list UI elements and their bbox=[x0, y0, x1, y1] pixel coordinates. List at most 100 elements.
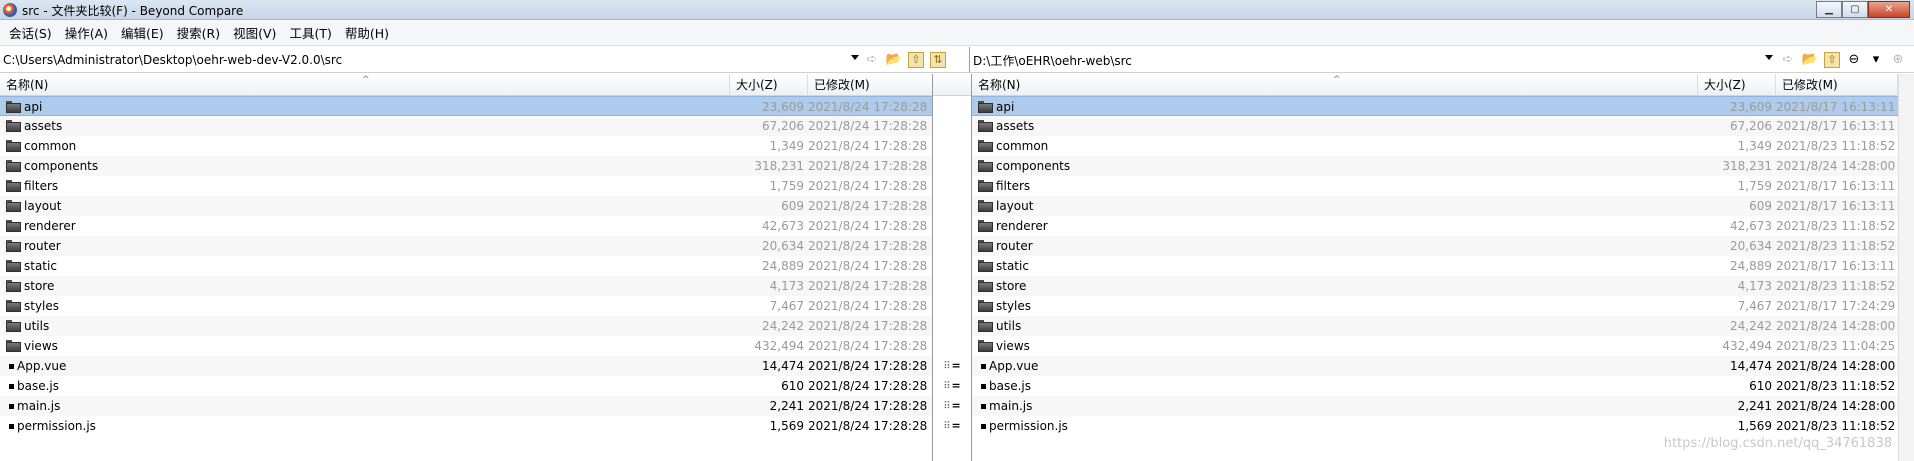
left-cell-name: common bbox=[24, 139, 77, 153]
left-cell-size: 609 bbox=[781, 199, 804, 213]
left-header-size[interactable]: 大小(Z) bbox=[730, 74, 808, 96]
back-history-icon[interactable]: ⊖ bbox=[1844, 51, 1864, 69]
left-row-views[interactable]: views 432,494 2021/8/24 17:28:28 bbox=[0, 336, 932, 356]
left-cell-name: views bbox=[24, 339, 58, 353]
minimize-button[interactable]: ▁ bbox=[1816, 1, 1842, 18]
left-row-components[interactable]: components 318,231 2021/8/24 17:28:28 bbox=[0, 156, 932, 176]
right-path-dropdown-icon[interactable] bbox=[1765, 55, 1773, 60]
right-cell-name: assets bbox=[996, 119, 1035, 133]
right-cell-date: 2021/8/17 16:13:11 bbox=[1776, 199, 1896, 213]
right-row-app-vue[interactable]: App.vue 14,474 2021/8/24 14:28:00 bbox=[972, 356, 1914, 376]
left-path-input[interactable] bbox=[3, 51, 843, 69]
right-row-main-js[interactable]: main.js 2,241 2021/8/24 14:28:00 bbox=[972, 396, 1914, 416]
right-cell-size: 24,242 bbox=[1730, 319, 1772, 333]
right-cell-size: 14,474 bbox=[1730, 359, 1772, 373]
right-row-components[interactable]: components 318,231 2021/8/24 14:28:00 bbox=[972, 156, 1914, 176]
right-cell-date: 2021/8/24 14:28:00 bbox=[1776, 159, 1896, 173]
menu-tools[interactable]: 工具(T) bbox=[284, 23, 336, 42]
right-cell-date: 2021/8/24 14:28:00 bbox=[1776, 399, 1896, 413]
left-cell-name: styles bbox=[24, 299, 60, 313]
forward-history-icon[interactable]: ⊕ bbox=[1888, 51, 1908, 69]
right-path-input[interactable] bbox=[973, 51, 1773, 69]
menu-view[interactable]: 视图(V) bbox=[228, 23, 281, 42]
sort-ascending-icon: ^ bbox=[362, 75, 370, 85]
left-cell-date: 2021/8/24 17:28:28 bbox=[808, 359, 928, 373]
gutter-row bbox=[933, 196, 971, 216]
left-row-renderer[interactable]: renderer 42,673 2021/8/24 17:28:28 bbox=[0, 216, 932, 236]
right-row-layout[interactable]: layout 609 2021/8/17 16:13:11 bbox=[972, 196, 1914, 216]
right-cell-date: 2021/8/17 17:24:29 bbox=[1776, 299, 1896, 313]
maximize-button[interactable]: ▢ bbox=[1842, 1, 1868, 18]
right-row-styles[interactable]: styles 7,467 2021/8/17 17:24:29 bbox=[972, 296, 1914, 316]
left-row-styles[interactable]: styles 7,467 2021/8/24 17:28:28 bbox=[0, 296, 932, 316]
left-row-assets[interactable]: assets 67,206 2021/8/24 17:28:28 bbox=[0, 116, 932, 136]
left-row-store[interactable]: store 4,173 2021/8/24 17:28:28 bbox=[0, 276, 932, 296]
right-row-common[interactable]: common 1,349 2021/8/23 11:18:52 bbox=[972, 136, 1914, 156]
menu-actions[interactable]: 操作(A) bbox=[60, 23, 113, 42]
right-cell-size: 1,569 bbox=[1737, 419, 1772, 433]
menu-search[interactable]: 搜索(R) bbox=[172, 23, 225, 42]
right-header-size[interactable]: 大小(Z) bbox=[1698, 74, 1776, 96]
left-cell-size: 23,609 bbox=[762, 100, 804, 114]
right-cell-name: common bbox=[996, 139, 1049, 153]
left-cell-size: 318,231 bbox=[754, 159, 804, 173]
left-sync-arrow-icon[interactable]: ➪ bbox=[862, 51, 882, 69]
left-row-common[interactable]: common 1,349 2021/8/24 17:28:28 bbox=[0, 136, 932, 156]
right-cell-date: 2021/8/23 11:18:52 bbox=[1776, 279, 1896, 293]
left-cell-size: 1,759 bbox=[769, 179, 804, 193]
history-dropdown-icon[interactable]: ▾ bbox=[1866, 51, 1886, 69]
right-header-modified[interactable]: 已修改(M) bbox=[1776, 74, 1898, 96]
left-parent-folder-icon[interactable]: ⇧ bbox=[908, 52, 924, 68]
right-row-store[interactable]: store 4,173 2021/8/23 11:18:52 bbox=[972, 276, 1914, 296]
right-cell-date: 2021/8/24 14:28:00 bbox=[1776, 359, 1896, 373]
left-row-base-js[interactable]: base.js 610 2021/8/24 17:28:28 bbox=[0, 376, 932, 396]
right-cell-size: 318,231 bbox=[1722, 159, 1772, 173]
left-row-static[interactable]: static 24,889 2021/8/24 17:28:28 bbox=[0, 256, 932, 276]
right-row-renderer[interactable]: renderer 42,673 2021/8/23 11:18:52 bbox=[972, 216, 1914, 236]
left-header-modified[interactable]: 已修改(M) bbox=[808, 74, 932, 96]
right-row-utils[interactable]: utils 24,242 2021/8/24 14:28:00 bbox=[972, 316, 1914, 336]
right-row-static[interactable]: static 24,889 2021/8/17 16:13:11 bbox=[972, 256, 1914, 276]
left-row-utils[interactable]: utils 24,242 2021/8/24 17:28:28 bbox=[0, 316, 932, 336]
left-row-permission-js[interactable]: permission.js 1,569 2021/8/24 17:28:28 bbox=[0, 416, 932, 436]
right-row-api[interactable]: api 23,609 2021/8/17 16:13:11 bbox=[972, 96, 1914, 116]
sync-marker-icon: ⠿ bbox=[943, 381, 950, 392]
left-row-app-vue[interactable]: App.vue 14,474 2021/8/24 17:28:28 bbox=[0, 356, 932, 376]
left-row-layout[interactable]: layout 609 2021/8/24 17:28:28 bbox=[0, 196, 932, 216]
left-row-filters[interactable]: filters 1,759 2021/8/24 17:28:28 bbox=[0, 176, 932, 196]
right-folder-pane: 名称(N) ^ 大小(Z) 已修改(M) api 23,609 2021/8/17 … bbox=[972, 74, 1914, 461]
left-browse-folder-icon[interactable]: 📂 bbox=[884, 51, 904, 69]
close-button[interactable]: ✕ bbox=[1868, 1, 1910, 18]
left-swap-folder-icon[interactable]: ⇅ bbox=[930, 52, 946, 68]
right-row-router[interactable]: router 20,634 2021/8/23 11:18:52 bbox=[972, 236, 1914, 256]
right-row-views[interactable]: views 432,494 2021/8/23 11:04:25 bbox=[972, 336, 1914, 356]
right-row-assets[interactable]: assets 67,206 2021/8/17 16:13:11 bbox=[972, 116, 1914, 136]
left-cell-date: 2021/8/24 17:28:28 bbox=[808, 100, 928, 114]
left-cell-date: 2021/8/24 17:28:28 bbox=[808, 199, 928, 213]
menu-edit[interactable]: 编辑(E) bbox=[116, 23, 169, 42]
gutter-row bbox=[933, 236, 971, 256]
right-browse-folder-icon[interactable]: 📂 bbox=[1800, 51, 1820, 69]
right-sync-arrow-icon[interactable]: ➪ bbox=[1778, 51, 1798, 69]
left-row-router[interactable]: router 20,634 2021/8/24 17:28:28 bbox=[0, 236, 932, 256]
menu-session[interactable]: 会话(S) bbox=[4, 23, 57, 42]
right-row-permission-js[interactable]: permission.js 1,569 2021/8/23 11:18:52 bbox=[972, 416, 1914, 436]
menu-help[interactable]: 帮助(H) bbox=[340, 23, 394, 42]
right-cell-name: router bbox=[996, 239, 1033, 253]
right-cell-name: api bbox=[996, 100, 1015, 114]
right-row-base-js[interactable]: base.js 610 2021/8/23 11:18:52 bbox=[972, 376, 1914, 396]
left-cell-size: 4,173 bbox=[769, 279, 804, 293]
left-cell-date: 2021/8/24 17:28:28 bbox=[808, 299, 928, 313]
left-row-main-js[interactable]: main.js 2,241 2021/8/24 17:28:28 bbox=[0, 396, 932, 416]
left-cell-size: 42,673 bbox=[762, 219, 804, 233]
right-cell-size: 7,467 bbox=[1737, 299, 1772, 313]
left-row-api[interactable]: api 23,609 2021/8/24 17:28:28 bbox=[0, 96, 932, 116]
left-cell-size: 20,634 bbox=[762, 239, 804, 253]
right-row-filters[interactable]: filters 1,759 2021/8/17 16:13:11 bbox=[972, 176, 1914, 196]
right-parent-folder-icon[interactable]: ⇧ bbox=[1824, 52, 1840, 68]
right-cell-size: 2,241 bbox=[1737, 399, 1772, 413]
right-cell-size: 1,759 bbox=[1737, 179, 1772, 193]
left-path-dropdown-icon[interactable] bbox=[851, 55, 859, 60]
left-cell-name: renderer bbox=[24, 219, 76, 233]
vertical-scrollbar[interactable] bbox=[1898, 74, 1914, 461]
